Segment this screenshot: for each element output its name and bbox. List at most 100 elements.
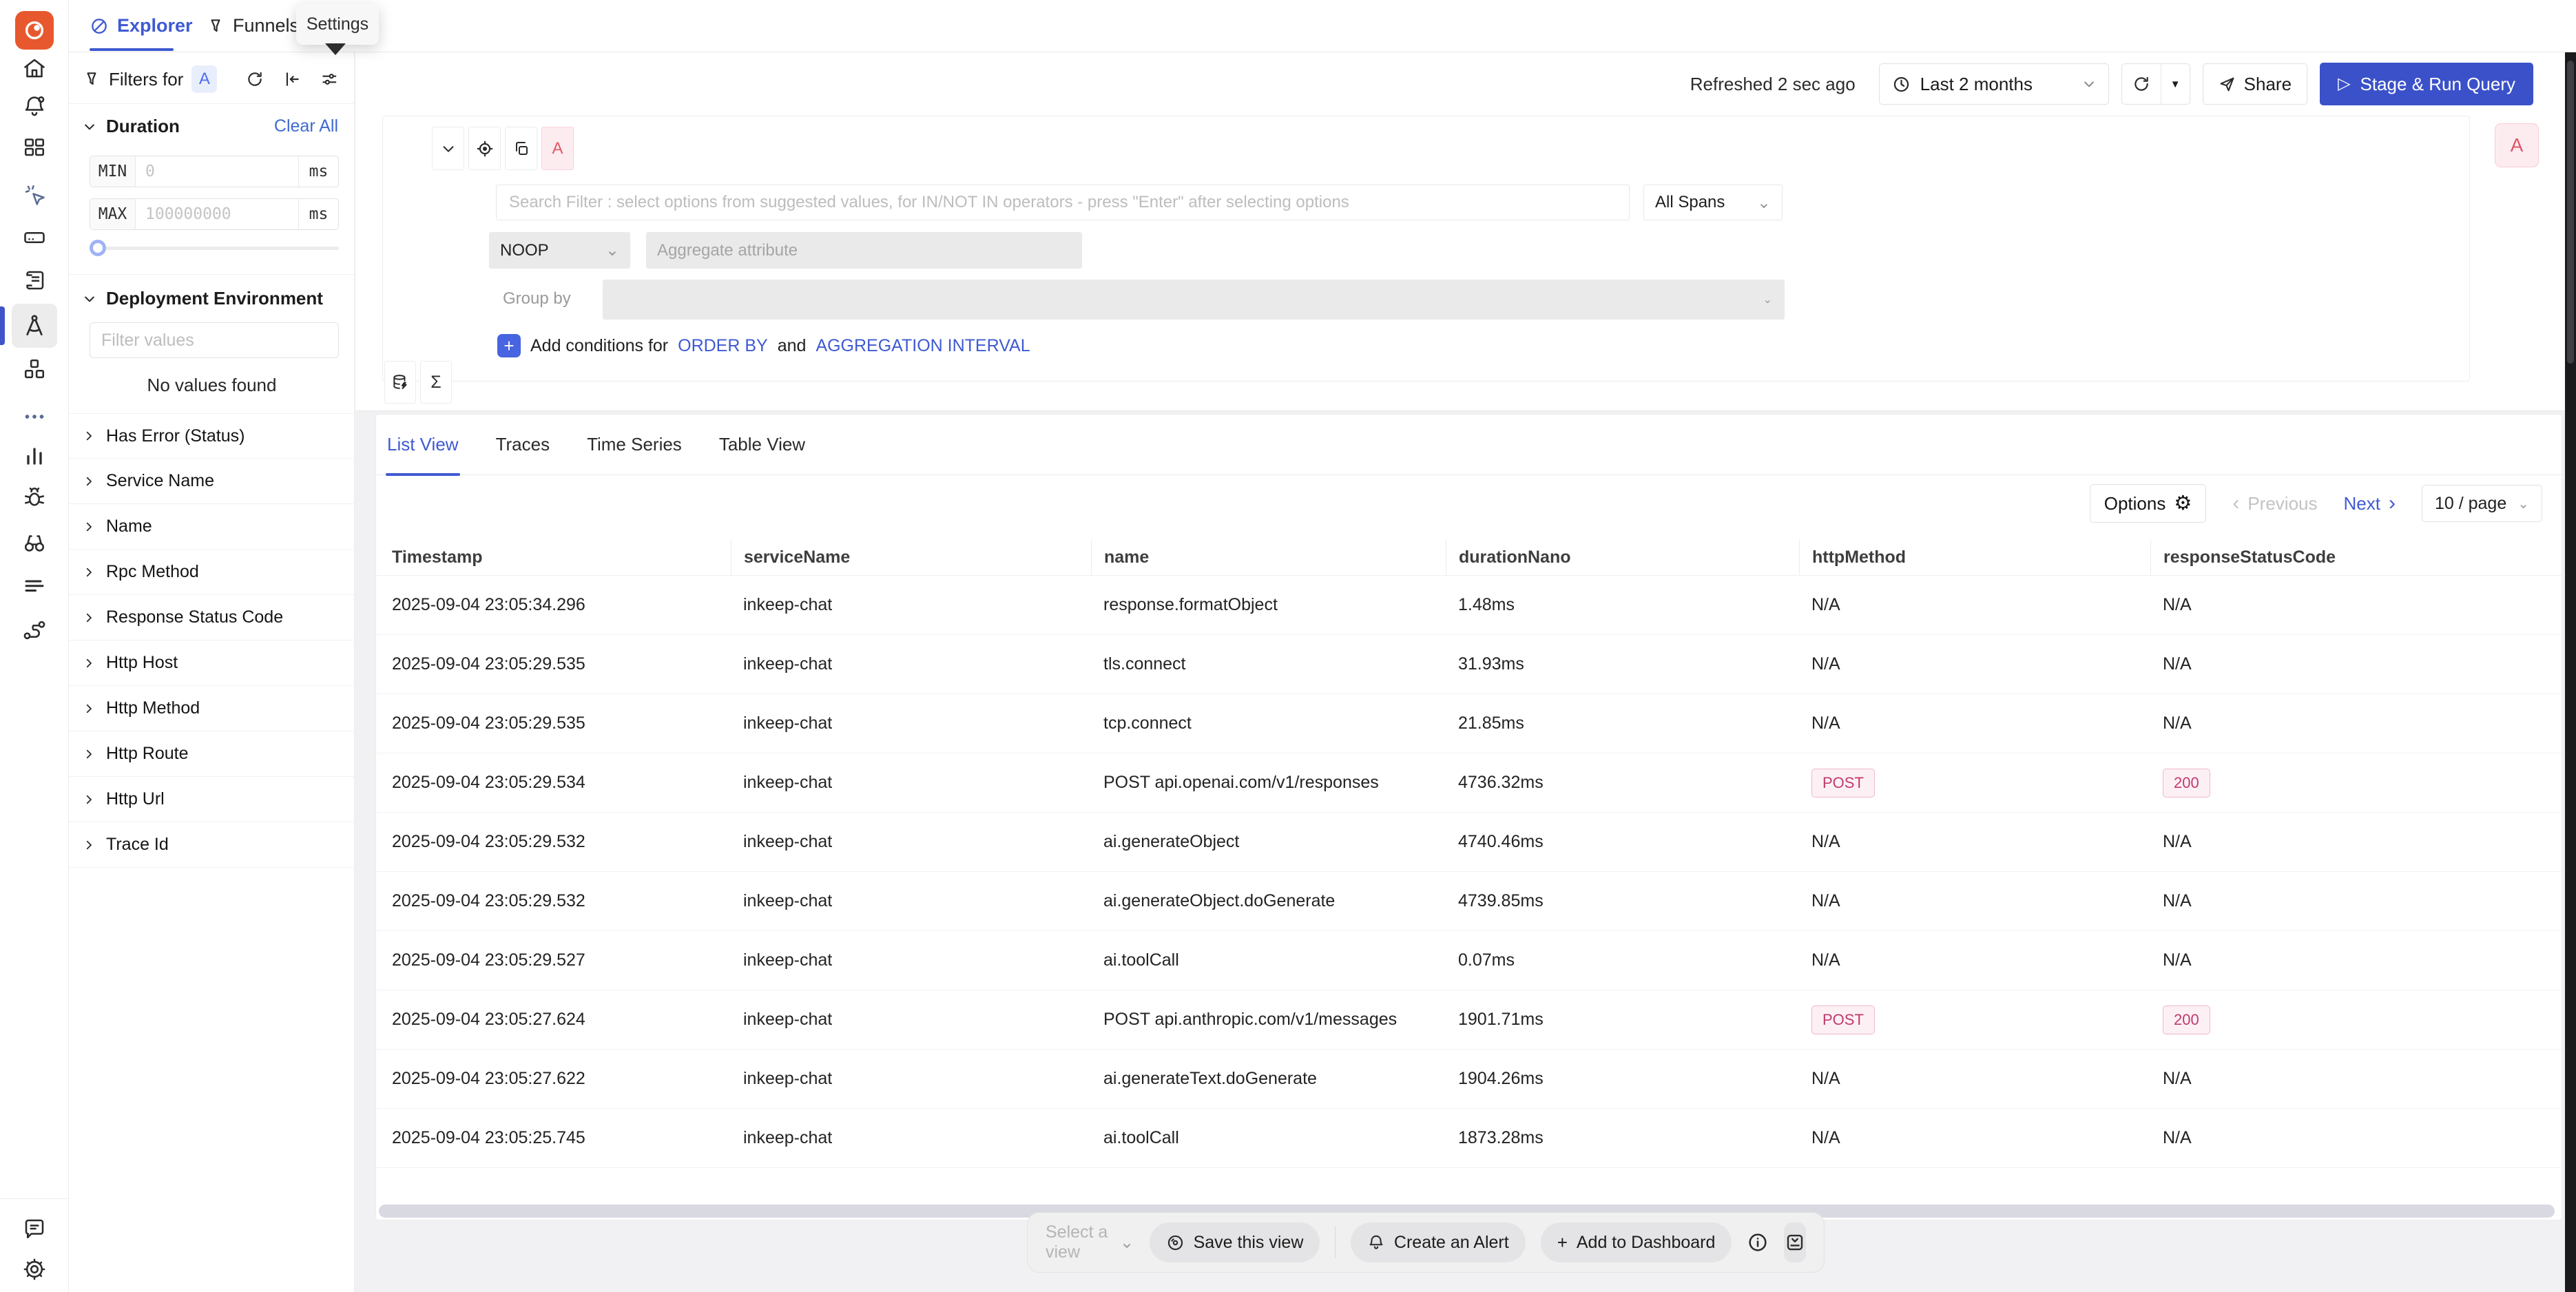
view-tab-list-view[interactable]: List View — [387, 415, 459, 475]
dashboards-grid-icon[interactable] — [19, 132, 50, 162]
search-filter-input[interactable] — [496, 185, 1630, 220]
share-button[interactable]: Share — [2203, 63, 2307, 105]
page-scrollbar[interactable] — [2565, 52, 2576, 1292]
table-row[interactable]: 2025-09-04 23:05:34.296inkeep-chatrespon… — [376, 576, 2562, 635]
pipelines-lines-icon[interactable] — [19, 570, 50, 601]
filter-section-has-error-status-[interactable]: Has Error (Status) — [69, 413, 355, 459]
column-header-responsestatuscode[interactable]: responseStatusCode — [2150, 540, 2562, 575]
table-row[interactable]: 2025-09-04 23:05:29.532inkeep-chatai.gen… — [376, 813, 2562, 872]
infrastructure-drive-icon[interactable] — [19, 222, 50, 253]
order-by-link[interactable]: ORDER BY — [678, 336, 768, 356]
collapse-query-chevron-icon[interactable] — [432, 127, 464, 170]
table-row[interactable]: 2025-09-04 23:05:29.527inkeep-chatai.too… — [376, 931, 2562, 990]
table-row[interactable]: 2025-09-04 23:05:29.532inkeep-chatai.gen… — [376, 872, 2562, 931]
deployment-section-header[interactable]: Deployment Environment — [69, 288, 355, 309]
deployment-filter-input[interactable] — [90, 322, 339, 358]
filter-section-response-status-code[interactable]: Response Status Code — [69, 595, 355, 640]
table-cell: inkeep-chat — [731, 990, 1091, 1049]
filter-section-label: Trace Id — [106, 835, 169, 855]
table-cell: N/A — [2150, 694, 2562, 753]
signoz-logo[interactable] — [15, 11, 54, 50]
tab-explorer[interactable]: Explorer — [90, 0, 193, 52]
metrics-bars-icon[interactable] — [19, 440, 50, 470]
collapse-drawer-icon[interactable] — [1784, 1222, 1806, 1262]
support-chat-icon[interactable] — [19, 1213, 50, 1244]
duration-section-header[interactable]: Duration Clear All — [69, 116, 355, 137]
refresh-caret-icon[interactable]: ▼ — [2161, 64, 2190, 104]
table-row[interactable]: 2025-09-04 23:05:29.535inkeep-chattls.co… — [376, 635, 2562, 694]
services-cubes-icon[interactable] — [19, 354, 50, 384]
add-formula-sigma-icon[interactable]: Σ — [420, 361, 452, 404]
time-range-select[interactable]: Last 2 months — [1879, 63, 2109, 105]
page-size-select[interactable]: 10 / page ⌄ — [2422, 485, 2542, 522]
pagination-next[interactable]: Next › — [2344, 493, 2396, 514]
slider-track[interactable] — [90, 247, 339, 250]
table-row[interactable]: 2025-09-04 23:05:27.624inkeep-chatPOST a… — [376, 990, 2562, 1050]
table-row[interactable]: 2025-09-04 23:05:25.745inkeep-chatai.too… — [376, 1109, 2562, 1168]
service-map-route-icon[interactable] — [19, 615, 50, 645]
more-dots-icon[interactable] — [19, 402, 50, 432]
duration-title: Duration — [106, 116, 180, 137]
filter-section-rpc-method[interactable]: Rpc Method — [69, 550, 355, 595]
results-toolbar: Options ⚙ ‹ Previous Next › 10 / page ⌄ — [376, 483, 2562, 523]
table-cell: ai.generateObject — [1091, 813, 1446, 871]
table-body: 2025-09-04 23:05:34.296inkeep-chatrespon… — [376, 576, 2562, 1168]
options-button[interactable]: Options ⚙ — [2090, 484, 2207, 523]
filter-section-name[interactable]: Name — [69, 504, 355, 550]
column-header-timestamp[interactable]: Timestamp — [380, 540, 731, 575]
view-tab-table-view[interactable]: Table View — [719, 415, 805, 475]
query-name-badge[interactable]: A — [541, 127, 574, 170]
column-header-name[interactable]: name — [1091, 540, 1446, 575]
traces-compass-icon[interactable] — [19, 311, 50, 341]
duration-min-input[interactable] — [136, 156, 298, 187]
table-row[interactable]: 2025-09-04 23:05:29.535inkeep-chattcp.co… — [376, 694, 2562, 753]
column-header-httpmethod[interactable]: httpMethod — [1799, 540, 2150, 575]
info-icon[interactable] — [1747, 1229, 1769, 1255]
logs-scroll-icon[interactable] — [19, 265, 50, 295]
exceptions-bug-icon[interactable] — [19, 482, 50, 512]
column-header-durationnano[interactable]: durationNano — [1446, 540, 1799, 575]
get-started-cursor-icon[interactable] — [19, 180, 50, 210]
clear-all-link[interactable]: Clear All — [274, 116, 338, 136]
settings-gear-icon[interactable] — [19, 1254, 50, 1284]
slider-handle[interactable] — [90, 240, 106, 256]
column-header-servicename[interactable]: serviceName — [731, 540, 1091, 575]
table-row[interactable]: 2025-09-04 23:05:29.534inkeep-chatPOST a… — [376, 753, 2562, 813]
add-to-dashboard-button[interactable]: + Add to Dashboard — [1541, 1222, 1732, 1262]
filter-section-http-url[interactable]: Http Url — [69, 777, 355, 822]
home-icon[interactable] — [19, 53, 50, 83]
filter-section-trace-id[interactable]: Trace Id — [69, 822, 355, 868]
pagination-previous[interactable]: ‹ Previous — [2232, 493, 2317, 514]
save-view-button[interactable]: Save this view — [1150, 1222, 1320, 1262]
filter-section-http-route[interactable]: Http Route — [69, 731, 355, 777]
create-alert-button[interactable]: Create an Alert — [1351, 1222, 1526, 1262]
filter-section-http-host[interactable]: Http Host — [69, 640, 355, 686]
notifications-bell-icon[interactable] — [19, 92, 50, 122]
table-cell: N/A — [1799, 872, 2150, 930]
view-tab-traces[interactable]: Traces — [496, 415, 550, 475]
copy-query-icon[interactable] — [505, 127, 537, 170]
table-cell: inkeep-chat — [731, 813, 1091, 871]
explore-binoculars-icon[interactable] — [19, 528, 50, 559]
stage-run-query-button[interactable]: ▷ Stage & Run Query — [2320, 63, 2533, 105]
aggregation-interval-link[interactable]: AGGREGATION INTERVAL — [816, 336, 1030, 356]
add-query-db-icon[interactable] — [384, 361, 416, 404]
alert-bell-icon — [1367, 1233, 1385, 1251]
aggregate-op-select[interactable]: NOOP ⌄ — [489, 232, 630, 269]
filter-section-http-method[interactable]: Http Method — [69, 686, 355, 731]
query-a-badge-right[interactable]: A — [2495, 123, 2539, 167]
add-condition-plus-icon[interactable]: + — [497, 334, 521, 357]
save-view-label: Save this view — [1194, 1233, 1304, 1253]
refresh-icon[interactable] — [2122, 64, 2161, 104]
spans-scope-select[interactable]: All Spans ⌄ — [1643, 185, 1783, 220]
toggle-query-visibility-eye-icon[interactable] — [468, 127, 501, 170]
select-view-dropdown[interactable]: Select a view ⌄ — [1046, 1222, 1134, 1262]
filter-section-service-name[interactable]: Service Name — [69, 459, 355, 504]
scrollbar-thumb[interactable] — [2567, 61, 2574, 364]
table-cell: 4740.46ms — [1446, 813, 1799, 871]
table-row[interactable]: 2025-09-04 23:05:27.622inkeep-chatai.gen… — [376, 1050, 2562, 1109]
view-tab-time-series[interactable]: Time Series — [587, 415, 682, 475]
duration-max-input[interactable] — [136, 199, 298, 229]
settings-tooltip: Settings — [296, 3, 379, 45]
tab-funnels[interactable]: Funnels — [207, 0, 299, 52]
